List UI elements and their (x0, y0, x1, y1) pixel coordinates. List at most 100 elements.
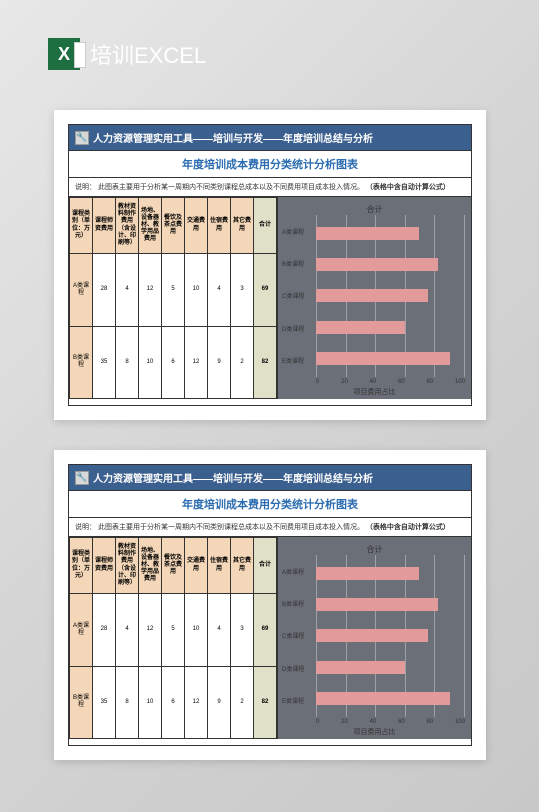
cell: 3 (231, 594, 254, 667)
chart-x-labels: 0 20 40 60 80 100 (316, 379, 465, 385)
excel-icon (48, 38, 80, 70)
x-tick: 60 (398, 719, 405, 725)
sheet-description: 说明： 此图表主要用于分析某一周期内不同类别课程总成本以及不同费用项目成本投入情… (69, 178, 471, 197)
th-4: 餐饮及茶点费用 (162, 198, 185, 254)
cell: 9 (208, 666, 231, 739)
spreadsheet-2: 🔧 人力资源管理实用工具——培训与开发——年度培训总结与分析 年度培训成本费用分… (68, 464, 472, 746)
cell: 8 (116, 666, 139, 739)
cell: 35 (93, 666, 116, 739)
x-tick: 40 (370, 379, 377, 385)
y-label: C类课程 (282, 631, 314, 640)
th-3: 场地、设备器材、教学用品费用 (139, 538, 162, 594)
x-tick: 0 (316, 719, 319, 725)
cell: 6 (162, 666, 185, 739)
th-2: 教材资料制作费用（含设计、印刷等） (116, 198, 139, 254)
chart-y-labels: A类课程 B类课程 C类课程 D类课程 E类课程 (282, 555, 314, 717)
th-4: 餐饮及茶点费用 (162, 538, 185, 594)
th-0: 课程类别（单位：万元） (70, 538, 93, 594)
sheet-title-bar: 🔧 人力资源管理实用工具——培训与开发——年度培训总结与分析 (69, 125, 471, 151)
cell: 12 (185, 666, 208, 739)
x-tick: 80 (427, 719, 434, 725)
desc-label: 说明： (75, 184, 96, 191)
cell: 10 (185, 254, 208, 327)
sheet-main-title: 人力资源管理实用工具——培训与开发——年度培训总结与分析 (93, 470, 373, 485)
th-5: 交通费用 (185, 538, 208, 594)
y-label: E类课程 (282, 696, 314, 705)
th-1: 课程师资费用 (93, 198, 116, 254)
y-label: D类课程 (282, 324, 314, 333)
table-row: A类课程 28 4 12 5 10 4 3 69 (70, 254, 277, 327)
th-5: 交通费用 (185, 198, 208, 254)
chart-xlabel: 项目费用占比 (278, 387, 471, 397)
desc-text: 此图表主要用于分析某一周期内不同类别课程总成本以及不同费用项目成本投入情况。 (98, 524, 364, 531)
wrench-icon: 🔧 (75, 471, 89, 485)
row-total: 69 (254, 254, 277, 327)
x-tick: 20 (341, 719, 348, 725)
y-label: D类课程 (282, 664, 314, 673)
row-total: 82 (254, 326, 277, 399)
cell: 8 (116, 326, 139, 399)
cell: 10 (185, 594, 208, 667)
bar-d (316, 321, 405, 334)
page-title-bar: 培训EXCEL (48, 38, 206, 70)
content-row: 课程类别（单位：万元） 课程师资费用 教材资料制作费用（含设计、印刷等） 场地、… (69, 197, 471, 399)
cost-table: 课程类别（单位：万元） 课程师资费用 教材资料制作费用（含设计、印刷等） 场地、… (69, 537, 277, 739)
cell: 4 (116, 254, 139, 327)
x-tick: 60 (398, 379, 405, 385)
chart-x-labels: 0 20 40 60 80 100 (316, 719, 465, 725)
x-tick: 0 (316, 379, 319, 385)
cell: 35 (93, 326, 116, 399)
bar-b (316, 258, 438, 271)
x-tick: 100 (455, 719, 465, 725)
th-0: 课程类别（单位：万元） (70, 198, 93, 254)
table-row: B类课程 35 8 10 6 12 9 2 82 (70, 666, 277, 739)
x-tick: 40 (370, 719, 377, 725)
content-row: 课程类别（单位：万元） 课程师资费用 教材资料制作费用（含设计、印刷等） 场地、… (69, 537, 471, 739)
bar-e (316, 352, 450, 365)
bar-d (316, 661, 405, 674)
table-area: 课程类别（单位：万元） 课程师资费用 教材资料制作费用（含设计、印刷等） 场地、… (69, 537, 278, 739)
chart-xlabel: 项目费用占比 (278, 727, 471, 737)
x-tick: 80 (427, 379, 434, 385)
chart-area: 合计 A类课程 B类课程 C类课程 D类课程 E类课程 (278, 197, 471, 399)
preview-card-1: 🔧 人力资源管理实用工具——培训与开发——年度培训总结与分析 年度培训成本费用分… (54, 110, 486, 420)
sheet-main-title: 人力资源管理实用工具——培训与开发——年度培训总结与分析 (93, 130, 373, 145)
sheet-subtitle: 年度培训成本费用分类统计分析图表 (69, 491, 471, 518)
y-label: A类课程 (282, 567, 314, 576)
th-3: 场地、设备器材、教学用品费用 (139, 198, 162, 254)
x-tick: 20 (341, 379, 348, 385)
th-8: 合计 (254, 198, 277, 254)
cell: 12 (185, 326, 208, 399)
cell: 28 (93, 254, 116, 327)
cell: 4 (208, 254, 231, 327)
preview-card-2: 🔧 人力资源管理实用工具——培训与开发——年度培训总结与分析 年度培训成本费用分… (54, 450, 486, 760)
bar-e (316, 692, 450, 705)
cost-table: 课程类别（单位：万元） 课程师资费用 教材资料制作费用（含设计、印刷等） 场地、… (69, 197, 277, 399)
y-label: B类课程 (282, 259, 314, 268)
cell: 6 (162, 326, 185, 399)
th-1: 课程师资费用 (93, 538, 116, 594)
sheet-title-bar: 🔧 人力资源管理实用工具——培训与开发——年度培训总结与分析 (69, 465, 471, 491)
row-total: 69 (254, 594, 277, 667)
th-6: 住宿费用 (208, 538, 231, 594)
th-7: 其它费用 (231, 198, 254, 254)
spreadsheet-1: 🔧 人力资源管理实用工具——培训与开发——年度培训总结与分析 年度培训成本费用分… (68, 124, 472, 406)
cell: 10 (139, 666, 162, 739)
sheet-description: 说明： 此图表主要用于分析某一周期内不同类别课程总成本以及不同费用项目成本投入情… (69, 518, 471, 537)
x-tick: 100 (455, 379, 465, 385)
cell: 3 (231, 254, 254, 327)
cell: 5 (162, 594, 185, 667)
bar-a (316, 567, 419, 580)
desc-text: 此图表主要用于分析某一周期内不同类别课程总成本以及不同费用项目成本投入情况。 (98, 184, 364, 191)
cell: 28 (93, 594, 116, 667)
table-row: B类课程 35 8 10 6 12 9 2 82 (70, 326, 277, 399)
row-total: 82 (254, 666, 277, 739)
chart-bars (316, 555, 465, 717)
wrench-icon: 🔧 (75, 131, 89, 145)
cell: 4 (208, 594, 231, 667)
y-label: E类课程 (282, 356, 314, 365)
y-label: B类课程 (282, 599, 314, 608)
th-6: 住宿费用 (208, 198, 231, 254)
bar-a (316, 227, 419, 240)
chart-body (316, 215, 465, 377)
